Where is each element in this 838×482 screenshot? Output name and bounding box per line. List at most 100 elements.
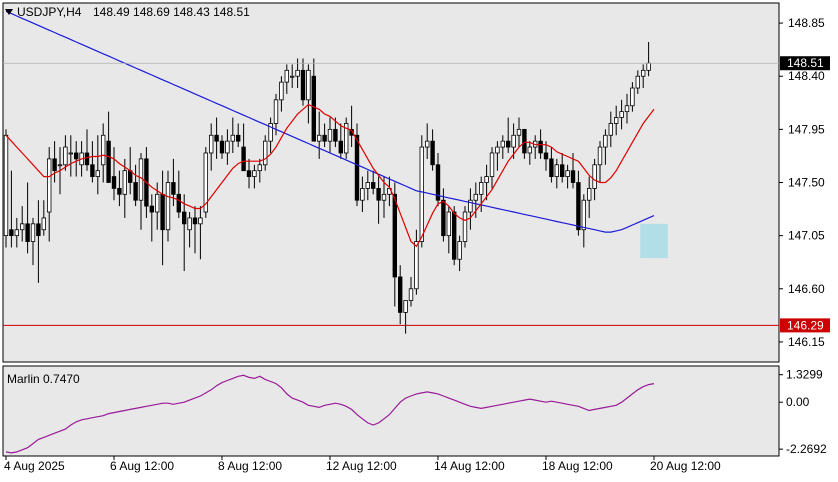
candle-body-bearish[interactable] [538,140,543,154]
candle-body-bearish[interactable] [441,199,446,237]
candle-body-bullish[interactable] [565,170,570,177]
candle-body-bullish[interactable] [484,176,489,183]
candle-body-bullish[interactable] [68,152,73,155]
candle-body-bullish[interactable] [495,146,500,154]
candle-body-bullish[interactable] [635,75,640,89]
candle-body-bullish[interactable] [630,87,635,107]
candle-body-bullish[interactable] [365,182,370,189]
candle-body-bullish[interactable] [554,164,559,177]
candle-body-bullish[interactable] [187,217,192,231]
candle-body-bearish[interactable] [376,188,381,201]
candle-body-bullish[interactable] [592,164,597,189]
candle-body-bullish[interactable] [198,217,203,225]
candle-body-bullish[interactable] [95,170,100,177]
candle-body-bullish[interactable] [614,117,619,124]
candle-body-bearish[interactable] [117,188,122,195]
candle-body-bearish[interactable] [36,223,41,237]
candle-body-bullish[interactable] [500,140,505,148]
candle-body-bullish[interactable] [381,193,387,201]
candle-body-bearish[interactable] [90,164,95,177]
candle-body-bullish[interactable] [295,69,300,77]
candle-body-bullish[interactable] [478,182,484,195]
candle-body-bullish[interactable] [516,128,522,136]
candle-body-bullish[interactable] [165,182,171,231]
candle-body-bearish[interactable] [246,170,252,177]
chart-window[interactable]: 148.85 148.40 147.95 147.50 147.05 146.60 146.… [0,0,838,477]
candle-body-bearish[interactable] [160,193,165,231]
candle-body-bullish[interactable] [408,288,414,301]
candle-body-bullish[interactable] [257,164,262,172]
candle-body-bullish[interactable] [208,134,214,154]
candle-body-bearish[interactable] [52,158,57,172]
candle-body-bearish[interactable] [522,128,527,154]
candle-body-bullish[interactable] [30,223,36,242]
candle-body-bullish[interactable] [457,241,462,260]
candle-body-bearish[interactable] [149,205,154,213]
candle-body-bullish[interactable] [63,146,68,166]
candle-body-bearish[interactable] [171,182,176,195]
candle-body-bearish[interactable] [543,152,549,160]
candle-body-bullish[interactable] [316,134,322,142]
candle-body-bullish[interactable] [597,146,603,166]
candle-body-bearish[interactable] [241,146,246,172]
candle-body-bearish[interactable] [25,223,30,242]
candle-body-bullish[interactable] [252,170,257,177]
candle-body-bearish[interactable] [451,211,457,260]
candle-body-bullish[interactable] [19,223,25,231]
candle-body-bullish[interactable] [587,188,592,201]
candle-body-bearish[interactable] [111,176,117,189]
candle-body-bullish[interactable] [225,140,230,154]
candle-body-bearish[interactable] [219,140,225,154]
candle-body-bearish[interactable] [311,75,316,142]
candle-body-bearish[interactable] [338,140,343,154]
candle-body-bearish[interactable] [560,164,565,177]
candle-body-bullish[interactable] [122,170,127,195]
candle-body-bearish[interactable] [235,134,241,142]
candle-body-bearish[interactable] [397,276,403,313]
candle-body-bullish[interactable] [641,69,646,77]
candle-body-bullish[interactable] [306,69,311,101]
candle-body-bearish[interactable] [322,134,327,142]
candle-body-bullish[interactable] [14,229,19,237]
candle-body-bearish[interactable] [576,182,581,231]
candle-body-bullish[interactable] [414,241,419,290]
candle-body-bearish[interactable] [9,229,14,237]
candle-body-bullish[interactable] [327,128,333,142]
candle-body-bearish[interactable] [181,211,187,225]
candle-body-bullish[interactable] [619,111,624,118]
candle-body-bullish[interactable] [47,158,52,213]
candle-body-bullish[interactable] [279,81,284,101]
candle-body-bullish[interactable] [289,75,295,78]
candle-body-bullish[interactable] [419,146,424,242]
candle-body-bearish[interactable] [505,140,511,148]
candle-body-bearish[interactable] [214,134,219,142]
candle-body-bearish[interactable] [549,158,554,177]
candle-body-bullish[interactable] [230,134,235,142]
candle-body-bullish[interactable] [511,134,516,148]
candle-body-bearish[interactable] [106,140,111,183]
candle-body-bullish[interactable] [527,146,532,154]
candle-body-bearish[interactable] [354,134,360,201]
candle-body-bearish[interactable] [333,128,338,142]
candle-body-bearish[interactable] [176,193,181,213]
candle-body-bullish[interactable] [262,140,268,166]
candle-body-bullish[interactable] [41,217,46,231]
candle-body-bullish[interactable] [646,62,651,71]
candle-body-bullish[interactable] [603,134,608,148]
candle-body-bullish[interactable] [403,300,408,313]
candle-body-bullish[interactable] [608,123,613,136]
candle-body-bullish[interactable] [273,99,279,124]
candle-body-bearish[interactable] [392,193,397,278]
candle-body-bullish[interactable] [473,193,478,201]
candle-body-bullish[interactable] [581,199,586,231]
candle-body-bullish[interactable] [3,134,9,237]
candle-body-bullish[interactable] [360,188,365,201]
candle-body-bullish[interactable] [489,152,495,177]
candle-body-bullish[interactable] [57,164,63,167]
candle-body-bullish[interactable] [624,105,630,113]
candle-body-bearish[interactable] [74,152,79,160]
candle-body-bearish[interactable] [84,152,90,166]
candle-body-bearish[interactable] [133,182,138,201]
candle-body-bearish[interactable] [370,182,376,189]
candle-body-bullish[interactable] [284,69,289,83]
